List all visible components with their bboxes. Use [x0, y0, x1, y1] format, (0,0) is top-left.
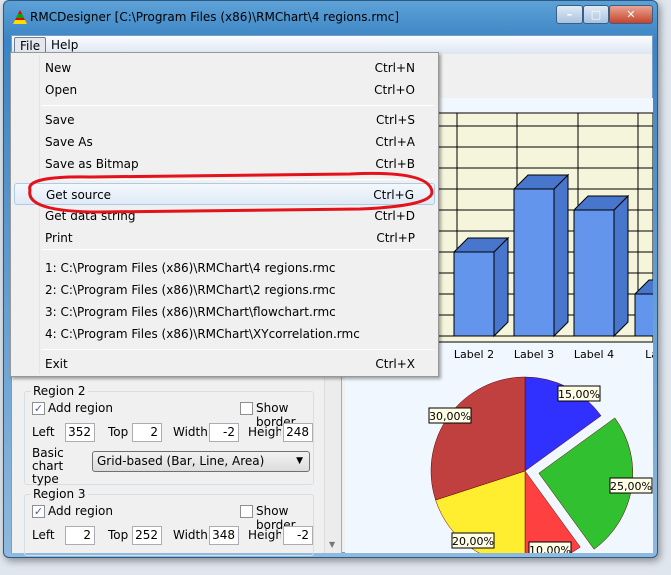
- red-annotation-circle: [28, 171, 434, 214]
